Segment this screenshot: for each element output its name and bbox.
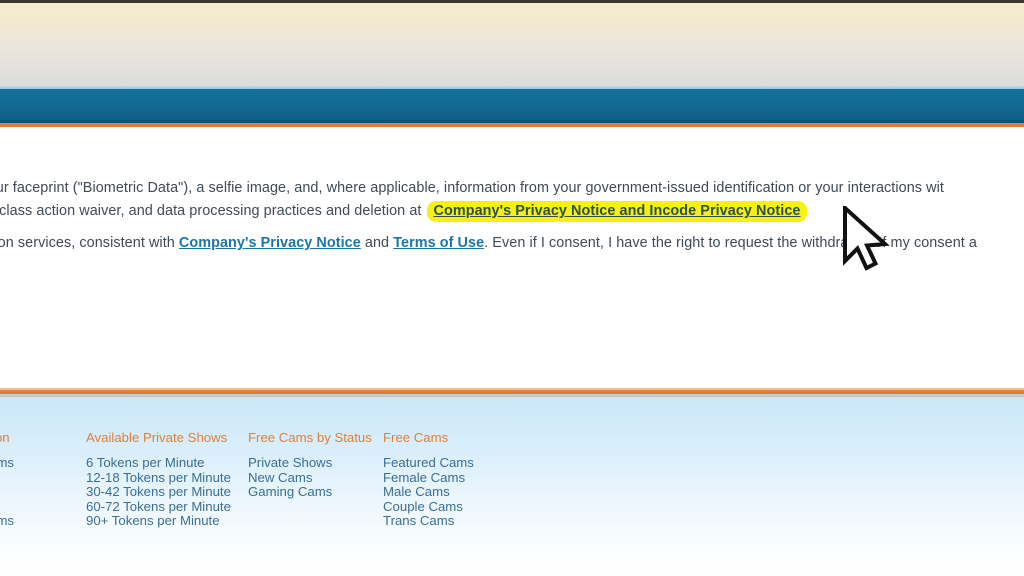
consent-paragraph-c: lentity verification services, consisten… — [0, 232, 977, 255]
footer-links-cams-by-status: Private Shows New Cams Gaming Cams — [248, 455, 372, 500]
list-item[interactable]: ion Cams — [0, 471, 14, 486]
paragraph-c-text-tail: . Even if I consent, I have the right to… — [484, 235, 978, 251]
consent-paragraph-a: on, such as your faceprint ("Biometric D… — [0, 177, 944, 200]
list-item[interactable]: Trans Cams — [383, 514, 474, 529]
footer-link[interactable]: New Cams — [248, 470, 312, 485]
list-item[interactable]: Private Shows — [248, 455, 372, 471]
list-item[interactable]: Featured Cams — [383, 455, 474, 471]
footer-link[interactable]: Private Shows — [248, 455, 332, 470]
list-item[interactable]: 90+ Tokens per Minute — [86, 514, 231, 529]
footer-link[interactable]: Gaming Cams — [248, 484, 332, 499]
list-item[interactable]: Female Cams — [383, 470, 474, 486]
footer-link[interactable]: Featured Cams — [383, 455, 474, 470]
primary-nav-bar[interactable] — [0, 89, 1024, 120]
paragraph-b-text: arbitration and class action waiver, and… — [0, 203, 422, 219]
list-item[interactable]: New Cams — [248, 470, 372, 486]
site-footer: s by Region erican Cams ion Cams an Cams… — [0, 397, 1024, 576]
footer-heading-private-shows: Available Private Shows — [86, 430, 228, 445]
footer-link[interactable]: 30-42 Tokens per Minute — [86, 484, 231, 499]
terms-of-use-link[interactable]: Terms of Use — [393, 235, 484, 251]
list-item[interactable]: 30-42 Tokens per Minute — [86, 484, 231, 500]
footer-heading-cams-by-status: Free Cams by Status — [248, 430, 372, 445]
paragraph-a-text: on, such as your faceprint ("Biometric D… — [0, 180, 944, 196]
list-item[interactable]: erican Cams — [0, 455, 14, 471]
footer-link[interactable]: Female Cams — [383, 470, 465, 485]
footer-link[interactable]: Trans Cams — [383, 513, 454, 529]
page-root: on, such as your faceprint ("Biometric D… — [0, 0, 1024, 576]
footer-link[interactable]: 60-72 Tokens per Minute — [86, 499, 231, 514]
paragraph-c-text-lead: lentity verification services, consisten… — [0, 235, 175, 251]
footer-link[interactable]: Male Cams — [383, 484, 450, 499]
list-item[interactable]: 12-18 Tokens per Minute — [86, 470, 231, 486]
footer-heading-free-cams: Free Cams — [383, 430, 449, 445]
list-item[interactable]: 60-72 Tokens per Minute — [86, 499, 231, 515]
footer-heading-region: s by Region — [0, 430, 10, 445]
footer-column-private-shows: Available Private Shows 6 Tokens per Min… — [86, 430, 231, 529]
footer-links-region: erican Cams ion Cams an Cams s erican Ca… — [0, 455, 14, 529]
footer-link[interactable]: 12-18 Tokens per Minute — [86, 470, 231, 485]
list-item[interactable]: an Cams — [0, 485, 14, 500]
footer-column-cams-by-status: Free Cams by Status Private Shows New Ca… — [248, 430, 372, 500]
highlighted-privacy-notice-link[interactable]: Company's Privacy Notice and Incode Priv… — [426, 201, 808, 222]
footer-links-private-shows: 6 Tokens per Minute 12-18 Tokens per Min… — [86, 455, 231, 529]
consent-paragraph-b: arbitration and class action waiver, and… — [0, 200, 808, 223]
main-content: on, such as your faceprint ("Biometric D… — [0, 127, 1024, 388]
site-header-banner — [0, 3, 1024, 86]
footer-link[interactable]: 90+ Tokens per Minute — [86, 513, 220, 529]
footer-column-free-cams: Free Cams Featured Cams Female Cams Male… — [383, 430, 474, 529]
footer-link[interactable]: 6 Tokens per Minute — [86, 455, 205, 470]
footer-link[interactable]: Couple Cams — [383, 499, 463, 514]
list-item[interactable]: Couple Cams — [383, 499, 474, 515]
footer-column-region: s by Region erican Cams ion Cams an Cams… — [0, 430, 14, 529]
list-item[interactable]: Gaming Cams — [248, 484, 372, 500]
footer-link[interactable]: erican Cams — [0, 455, 14, 470]
list-item[interactable]: s — [0, 500, 14, 515]
list-item[interactable]: 6 Tokens per Minute — [86, 455, 231, 471]
company-privacy-notice-link[interactable]: Company's Privacy Notice — [179, 235, 361, 251]
footer-links-free-cams: Featured Cams Female Cams Male Cams Coup… — [383, 455, 474, 529]
paragraph-c-text-mid: and — [360, 235, 394, 251]
list-item[interactable]: Male Cams — [383, 484, 474, 500]
list-item[interactable]: erican Cams — [0, 514, 14, 529]
footer-link[interactable]: erican Cams — [0, 513, 14, 529]
